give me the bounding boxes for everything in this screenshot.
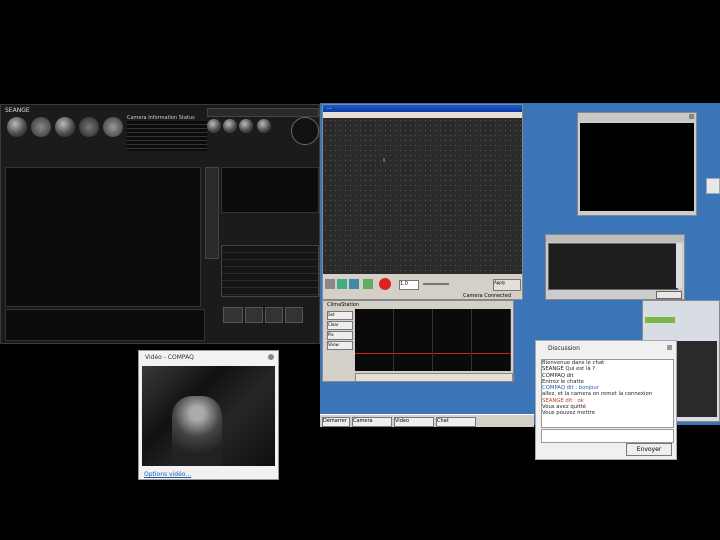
graph-bottom-controls[interactable] [355,373,513,381]
filter-section-button[interactable] [55,117,75,137]
log-window [545,234,685,300]
tool-icon-1[interactable] [207,119,221,133]
graph-side-button-show[interactable]: Show [327,341,353,350]
graph-plot-area [355,309,511,371]
tool-icon-2[interactable] [223,119,237,133]
graph-window: ClimaStation Set Clear Pix Show [322,300,514,382]
camera-frame [323,118,522,274]
chat-line: Vous pouvez mettre [542,410,595,417]
chat-title: Discussion [548,345,580,352]
log-window-button[interactable] [656,291,682,299]
camera-section-button[interactable] [7,117,27,137]
filter-table [221,245,319,297]
taskbar-item-chat[interactable]: Chat [436,417,476,427]
preview-window [577,112,697,216]
exposure-input[interactable]: 1.0 [399,280,419,290]
exposure-slider[interactable] [423,283,449,285]
log-window-titlebar [546,235,684,242]
telescope-section-button[interactable] [79,117,99,137]
camera-btn-1[interactable] [325,279,335,289]
camera-status: Camera Connected [463,293,512,299]
camera-apply-button[interactable]: Apply [493,279,521,291]
side-panel-green-bar [645,317,675,323]
stop-icon[interactable] [379,278,391,290]
mount-section-button[interactable] [103,117,123,137]
taskbar-item-video[interactable]: Video [394,417,434,427]
tool-icon-4[interactable] [257,119,271,133]
chat-log: Bienvenue dans le chat SEANGE Qui est là… [541,359,674,428]
camera-btn-4[interactable] [363,279,373,289]
camera-btn-3[interactable] [349,279,359,289]
toolbar-tabs[interactable] [207,108,319,117]
obs-brand: SEANGE [5,107,30,114]
obs-info-lines [127,121,207,151]
video-options-link[interactable]: Options vidéo... [144,471,191,478]
taskbar-item-camera[interactable]: Camera [352,417,392,427]
obs-action-button-stop[interactable] [265,307,283,323]
graph-window-title: ClimaStation [327,302,359,308]
preview-window-close-icon[interactable] [689,114,694,119]
video-settings-icon[interactable] [268,354,274,360]
tool-icon-3[interactable] [239,119,253,133]
graph-side-button-set[interactable]: Set [327,311,353,320]
video-window: Vidéo - COMPAQ Options vidéo... [138,350,279,480]
preview-window-titlebar [578,113,696,121]
direction-dial-icon[interactable] [291,117,319,145]
chat-input[interactable] [541,429,674,443]
side-panel-dark-area [677,341,717,417]
preview-window-canvas [580,123,694,211]
chat-window: Discussion Bienvenue dans le chat SEANGE… [535,340,677,460]
chat-close-icon[interactable] [667,345,672,350]
person-figure [172,396,222,466]
send-button[interactable]: Envoyer [626,443,672,456]
start-button[interactable]: Démarrer [322,417,350,427]
video-title: Vidéo - COMPAQ [145,354,194,361]
star-marker [383,158,385,162]
observatory-app: SEANGE Camera Information Status [0,104,320,344]
camera-window: ... 1.0 Apply Camera Connected [322,104,523,300]
console-pane [5,309,205,341]
log-window-scrollbar[interactable] [676,243,682,288]
log-window-text [548,243,678,290]
settings-pane [221,167,319,213]
graph-grid [355,309,511,371]
webcam-feed [142,366,275,466]
camera-btn-2[interactable] [337,279,347,289]
obs-action-button-slew[interactable] [285,307,303,323]
focus-section-button[interactable] [31,117,51,137]
taskbar: Démarrer Camera Video Chat [320,414,534,427]
tool-column[interactable] [205,167,219,259]
graph-side-button-pix[interactable]: Pix [327,331,353,340]
camera-window-title: ... [323,105,522,112]
camera-control-strip: 1.0 Apply [323,277,522,293]
image-view-pane [5,167,201,307]
obs-action-button-move[interactable] [245,307,263,323]
obs-action-button-home[interactable] [223,307,243,323]
desktop-app-icon[interactable] [706,178,720,194]
graph-side-button-clear[interactable]: Clear [327,321,353,330]
